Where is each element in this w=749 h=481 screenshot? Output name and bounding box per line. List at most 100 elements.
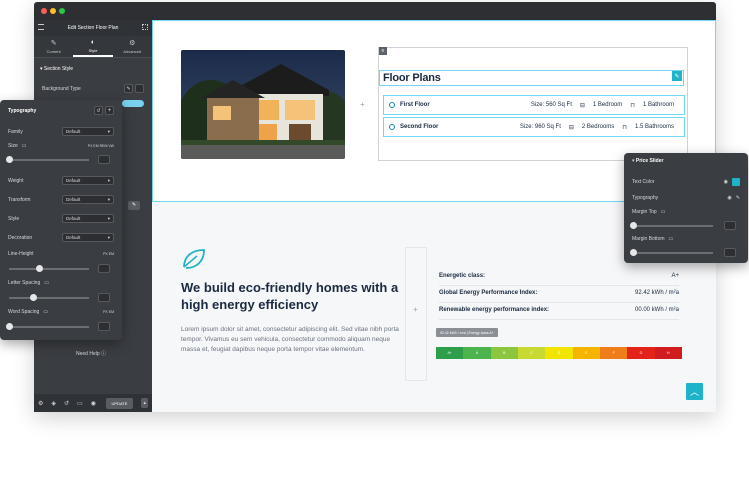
reset-icon[interactable]: ↺	[94, 106, 103, 115]
decoration-row: Decoration Default ▾	[8, 233, 114, 242]
add-column-plus-icon[interactable]: +	[360, 100, 365, 109]
history-icon[interactable]: ↺	[64, 400, 69, 407]
style-select[interactable]: Default ▾	[62, 214, 114, 223]
line-height-units[interactable]: PX EM	[103, 252, 114, 256]
color-swatch[interactable]	[732, 178, 740, 186]
chevron-down-icon: ▾	[107, 196, 110, 202]
decoration-select[interactable]: Default ▾	[62, 233, 114, 242]
typography-header: Typography ↺ +	[8, 106, 114, 115]
layers-icon[interactable]: ◈	[51, 400, 56, 407]
responsive-icon[interactable]: ▭	[77, 400, 83, 407]
floor-plans-title: Floor Plans	[383, 72, 441, 84]
preview-eye-icon[interactable]: ◉	[91, 400, 96, 407]
chevron-up-icon: ︿	[689, 387, 699, 397]
desktop-icon[interactable]: ▭	[669, 236, 674, 242]
letter-spacing-slider-knob[interactable]	[30, 294, 37, 301]
globe-icon[interactable]: ◉	[724, 179, 728, 185]
margin-top-row: Margin Top ▭	[632, 209, 666, 215]
price-slider-header[interactable]: ▾ Price Slider	[632, 158, 740, 164]
letter-spacing-input[interactable]	[98, 293, 110, 302]
word-spacing-slider-track[interactable]	[9, 326, 89, 328]
margin-bottom-slider-knob[interactable]	[630, 249, 637, 256]
energy-class-segment: F	[599, 347, 628, 359]
energy-tooltip: 92.42 kWh / m²a | Energy class A+	[436, 328, 498, 337]
energy-label: Global Energy Performance Index:	[439, 290, 538, 296]
globe-icon[interactable]: ◉	[727, 195, 731, 201]
settings-icon[interactable]: ⚙	[38, 400, 43, 407]
floor-meta: Size: 560 Sq Ft ⊟ 1 Bedroom ⊓ 1 Bathroom	[531, 102, 674, 109]
grid-icon[interactable]	[142, 24, 148, 30]
editor-footer: ⚙ ◈ ↺ ▭ ◉ UPDATE ▴	[34, 394, 152, 412]
energy-label: Energetic class:	[439, 273, 486, 279]
word-spacing-input[interactable]	[98, 322, 110, 331]
line-height-input[interactable]	[98, 264, 110, 273]
update-options-caret-icon[interactable]: ▴	[141, 398, 148, 408]
typography-row: Typography ◉ ✎	[632, 195, 740, 201]
floor-plan-row[interactable]: First Floor Size: 560 Sq Ft ⊟ 1 Bedroom …	[383, 95, 685, 115]
energy-class-segment: C	[517, 347, 546, 359]
size-slider-knob[interactable]	[6, 156, 13, 163]
tab-style[interactable]: ◐ Style	[73, 36, 113, 57]
bath-icon: ⊓	[622, 124, 627, 131]
gradient-icon[interactable]	[135, 84, 144, 93]
desktop-icon[interactable]: ▭	[22, 143, 27, 149]
family-select[interactable]: Default ▾	[62, 127, 114, 136]
pencil-icon: ✎	[50, 40, 57, 47]
weight-row: Weight Default ▾	[8, 176, 114, 185]
size-units[interactable]: PX EM REM VW	[88, 144, 114, 148]
widget-handle-icon[interactable]: ≡	[379, 47, 387, 55]
word-spacing-units[interactable]: PX EM	[103, 310, 114, 314]
energy-value: 92.42 kWh / m²a	[634, 290, 679, 296]
editor-header: Edit Section Floor Plan	[34, 20, 152, 36]
minimize-window-dot[interactable]	[50, 8, 56, 14]
section-style-heading[interactable]: ▾ Section Style	[40, 66, 73, 72]
margin-bottom-slider-track[interactable]	[633, 252, 713, 254]
price-slider-panel: ▾ Price Slider Text Color ◉ Typography ◉…	[624, 153, 748, 263]
house-photo	[181, 50, 345, 159]
word-spacing-slider-knob[interactable]	[6, 323, 13, 330]
toggle-switch[interactable]	[122, 100, 144, 107]
desktop-icon[interactable]: ▭	[43, 309, 48, 315]
margin-top-slider-track[interactable]	[633, 225, 713, 227]
brush-icon[interactable]: ✎	[124, 84, 133, 93]
margin-top-input[interactable]	[724, 221, 736, 230]
letter-spacing-slider-track[interactable]	[9, 297, 89, 299]
bathroom-count: 1.5 Bathrooms	[634, 124, 674, 130]
text-color-row: Text Color ◉	[632, 178, 740, 186]
energy-scale: A+ A B C D E F G H	[436, 347, 682, 359]
typography-title: Typography	[8, 107, 37, 114]
line-height-slider-track[interactable]	[9, 268, 89, 270]
tab-advanced[interactable]: ⚙ Advanced	[113, 36, 152, 57]
chevron-down-icon: ▾	[107, 128, 110, 134]
chevron-down-icon: ▾	[107, 234, 110, 240]
bedroom-count: 1 Bedroom	[592, 102, 623, 108]
update-button[interactable]: UPDATE	[105, 397, 134, 409]
margin-top-slider-knob[interactable]	[630, 222, 637, 229]
size-input[interactable]	[98, 155, 110, 164]
floor-plan-row[interactable]: Second Floor Size: 960 Sq Ft ⊟ 2 Bedroom…	[383, 117, 685, 137]
energy-column-divider	[405, 247, 427, 381]
weight-select[interactable]: Default ▾	[62, 176, 114, 185]
scroll-to-top-button[interactable]: ︿	[686, 383, 703, 400]
add-icon[interactable]: +	[105, 106, 114, 115]
energy-class-segment: B	[490, 347, 518, 359]
need-help-link[interactable]: Need Help ⓘ	[76, 350, 106, 357]
margin-bottom-input[interactable]	[724, 248, 736, 257]
hamburger-icon[interactable]	[38, 24, 44, 30]
transform-select[interactable]: Default ▾	[62, 195, 114, 204]
maximize-window-dot[interactable]	[59, 8, 65, 14]
line-height-slider-knob[interactable]	[36, 265, 43, 272]
edit-icon[interactable]: ✎	[128, 201, 140, 210]
floor-name: First Floor	[400, 102, 430, 108]
size-slider-track[interactable]	[9, 159, 89, 161]
desktop-icon[interactable]: ▭	[44, 280, 49, 286]
editor-title: Edit Section Floor Plan	[67, 25, 119, 31]
plus-circle-icon	[389, 124, 395, 130]
tab-content[interactable]: ✎ Content	[34, 36, 73, 57]
desktop-icon[interactable]: ▭	[661, 209, 666, 215]
energy-class-segment: G	[627, 347, 655, 359]
edit-icon[interactable]: ✎	[736, 195, 740, 201]
gear-icon: ⚙	[129, 40, 136, 47]
close-window-dot[interactable]	[41, 8, 47, 14]
energy-class-segment: A	[463, 347, 491, 359]
